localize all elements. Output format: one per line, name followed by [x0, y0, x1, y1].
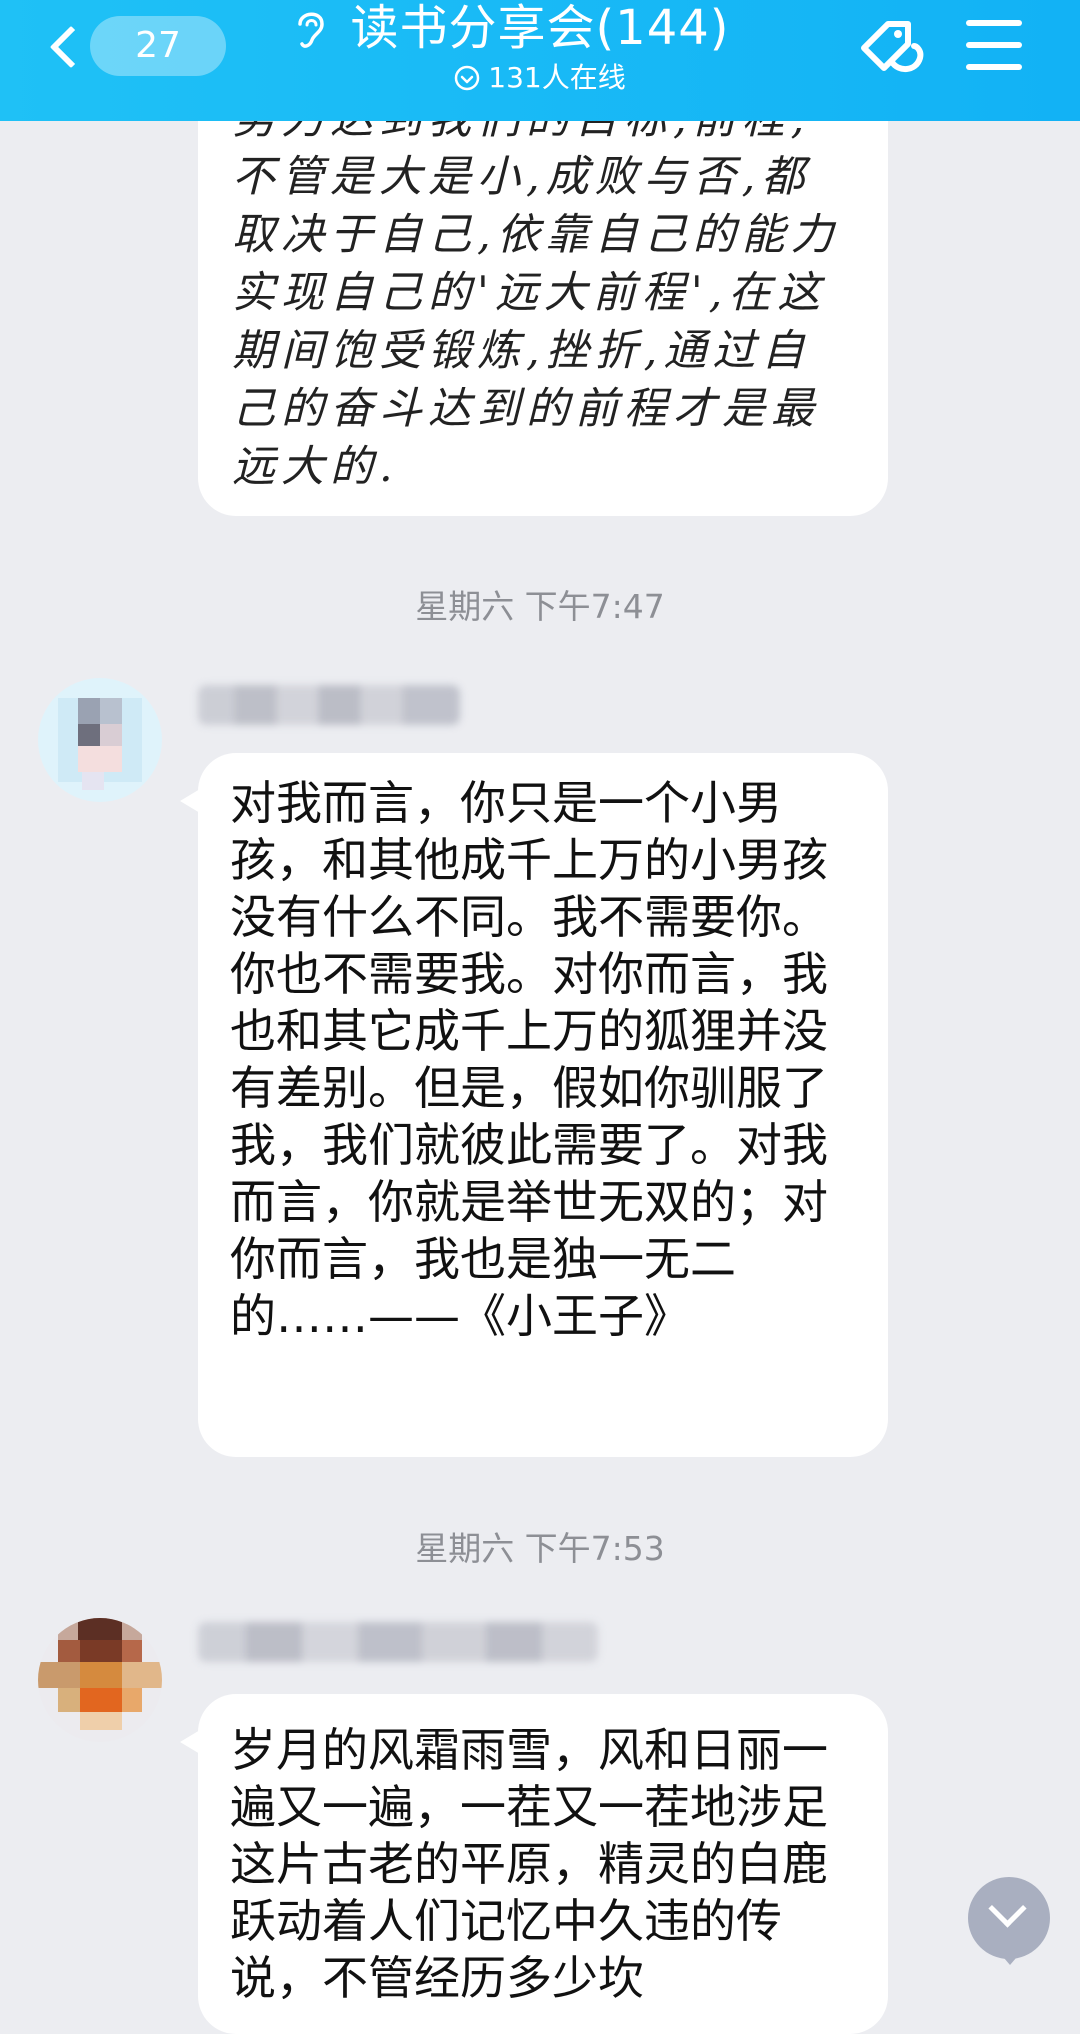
message-text: 对我而言，你只是一个小男孩，和其他成千上万的小男孩没有什么不同。我不需要你。你也… — [230, 776, 828, 1343]
nickname-blurred — [198, 685, 460, 725]
message-bubble[interactable]: 岁月的风霜雨雪，风和日丽一遍又一遍，一茬又一茬地涉足这片古老的平原，精灵的白鹿跃… — [180, 1694, 888, 2034]
chevron-down-icon — [988, 1889, 1027, 1928]
message-timestamp: 星期六 下午7:53 — [415, 1529, 665, 1568]
message-text: 岁月的风霜雨雪，风和日丽一遍又一遍，一茬又一茬地涉足这片古老的平原，精灵的白鹿跃… — [230, 1723, 828, 2005]
message-bubble[interactable]: 努力达到我们的目标,前程,不管是大是小,成败与否,都取决于自己,依靠自己的能力实… — [198, 60, 888, 516]
tag-icon[interactable] — [858, 18, 930, 82]
scroll-to-bottom-button[interactable] — [968, 1877, 1050, 1965]
online-count: 131人在线 — [488, 61, 626, 94]
message-text: 努力达到我们的目标,前程,不管是大是小,成败与否,都取决于自己,依靠自己的能力实… — [232, 94, 840, 492]
group-title[interactable]: 读书分享会(144) — [350, 0, 729, 56]
nickname-blurred — [198, 1622, 598, 1662]
avatar-image — [38, 1618, 162, 1742]
message-bubble[interactable]: 对我而言，你只是一个小男孩，和其他成千上万的小男孩没有什么不同。我不需要你。你也… — [180, 753, 888, 1457]
avatar[interactable] — [38, 678, 162, 802]
chat-header: 27 读书分享会(144) 131人在线 — [0, 0, 1080, 121]
online-check-icon — [455, 65, 480, 91]
avatar[interactable] — [38, 1618, 162, 1742]
message-timestamp: 星期六 下午7:47 — [415, 587, 665, 626]
avatar-image — [38, 678, 162, 802]
menu-icon[interactable] — [966, 20, 1022, 72]
